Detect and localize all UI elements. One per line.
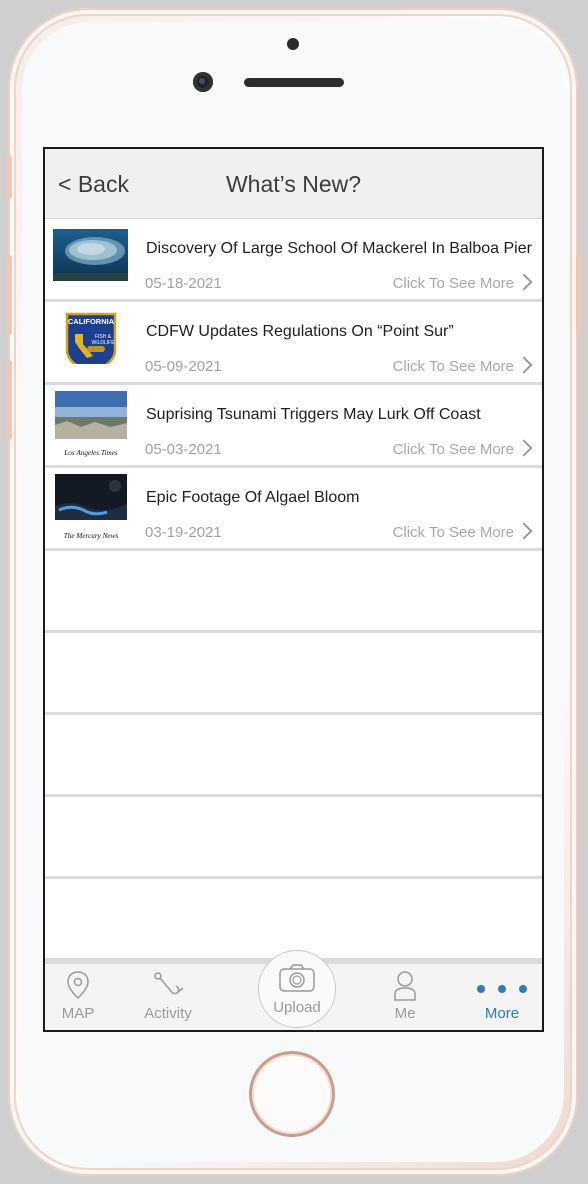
tab-label: Me xyxy=(394,1005,416,1022)
chevron-right-icon xyxy=(515,273,533,291)
tab-me[interactable]: Me xyxy=(375,964,435,1030)
tab-map[interactable]: MAP xyxy=(45,964,111,1030)
badge-text-california: CALIFORNIA xyxy=(68,317,115,326)
volume-down-button xyxy=(6,360,12,440)
news-date: 03-19-2021 xyxy=(145,524,222,541)
tab-more[interactable]: More xyxy=(469,964,535,1030)
power-button xyxy=(576,255,582,335)
tab-label: MAP xyxy=(61,1005,95,1022)
empty-row xyxy=(45,797,542,879)
see-more-link[interactable]: Click To See More xyxy=(393,441,514,458)
front-camera xyxy=(193,72,213,92)
news-title: Suprising Tsunami Triggers May Lurk Off … xyxy=(146,406,481,423)
news-item[interactable]: CALIFORNIA FISH & WILDLIFE CDFW Updates … xyxy=(45,302,542,385)
news-date: 05-18-2021 xyxy=(145,275,222,292)
news-date: 05-09-2021 xyxy=(145,358,222,375)
person-icon xyxy=(394,971,416,1001)
empty-row xyxy=(45,879,542,961)
navigation-bar: < Back What’s New? xyxy=(45,149,542,219)
news-list: Discovery Of Large School Of Mackerel In… xyxy=(45,219,542,961)
night-wave-photo: The Mercury News xyxy=(55,474,127,544)
news-item[interactable]: Los Angeles Times Suprising Tsunami Trig… xyxy=(45,385,542,468)
chevron-right-icon xyxy=(515,356,533,374)
cdfw-badge-logo: CALIFORNIA FISH & WILDLIFE xyxy=(53,312,128,364)
source-masthead: The Mercury News xyxy=(64,532,119,540)
map-pin-icon xyxy=(67,971,89,1000)
see-more-link[interactable]: Click To See More xyxy=(393,275,514,292)
tab-label: More xyxy=(484,1005,520,1022)
chevron-right-icon xyxy=(515,522,533,540)
tab-activity[interactable]: Activity xyxy=(131,964,205,1030)
upload-button[interactable]: Upload xyxy=(258,950,336,1028)
earpiece-speaker xyxy=(244,78,344,87)
news-item[interactable]: Discovery Of Large School Of Mackerel In… xyxy=(45,219,542,302)
tab-bar: MAP Activity Upload Me More xyxy=(45,950,542,1030)
fishing-hook-icon xyxy=(154,972,184,995)
news-title: Epic Footage Of Algael Bloom xyxy=(146,489,360,506)
news-item[interactable]: The Mercury News Epic Footage Of Algael … xyxy=(45,468,542,551)
camera-icon xyxy=(279,964,315,992)
source-masthead: Los Angeles Times xyxy=(63,449,118,457)
empty-row xyxy=(45,633,542,715)
coast-photo: Los Angeles Times xyxy=(55,391,127,461)
tab-label: Activity xyxy=(144,1005,192,1022)
empty-row xyxy=(45,551,542,633)
app-screen: < Back What’s New? Discovery Of Large Sc… xyxy=(43,147,544,1032)
volume-up-button xyxy=(6,255,12,335)
chevron-right-icon xyxy=(515,439,533,457)
more-dots-icon xyxy=(477,985,527,993)
news-date: 05-03-2021 xyxy=(145,441,222,458)
mute-switch xyxy=(6,155,12,199)
see-more-link[interactable]: Click To See More xyxy=(393,524,514,541)
empty-row xyxy=(45,715,542,797)
news-title: Discovery Of Large School Of Mackerel In… xyxy=(146,240,532,257)
tab-label: Upload xyxy=(273,999,321,1016)
fish-school-photo xyxy=(53,229,128,281)
home-button[interactable] xyxy=(249,1051,335,1137)
badge-text-wildlife: WILDLIFE xyxy=(91,340,115,346)
see-more-link[interactable]: Click To See More xyxy=(393,358,514,375)
news-title: CDFW Updates Regulations On “Point Sur” xyxy=(146,323,454,340)
page-title: What’s New? xyxy=(225,171,362,197)
proximity-sensor xyxy=(287,38,299,50)
